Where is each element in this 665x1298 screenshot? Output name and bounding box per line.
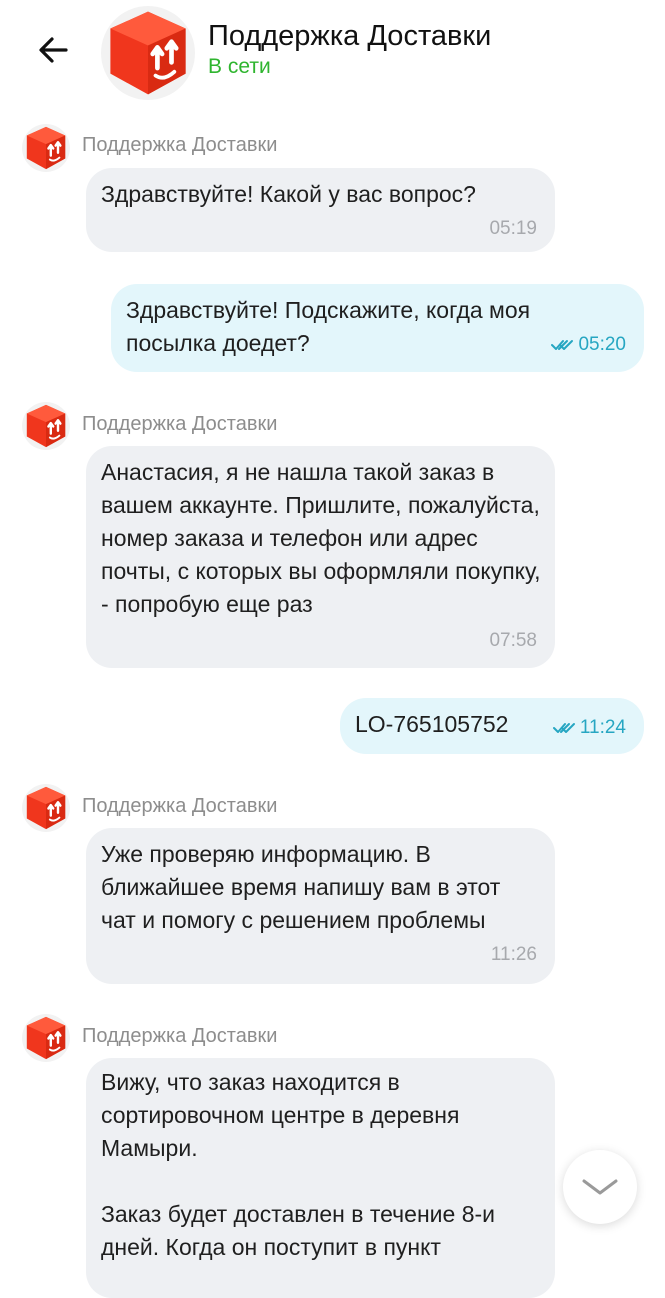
message-time: 05:20 [578,334,626,355]
sender-name: Поддержка Доставки [82,413,278,435]
box-logo-icon [22,124,70,172]
message-bubble-incoming[interactable]: Анастасия, я не нашла такой заказ в ваше… [86,446,555,668]
box-logo-icon [22,784,70,832]
contact-avatar[interactable] [101,6,195,100]
chevron-down-icon [582,1179,618,1195]
message-text: Анастасия, я не нашла такой заказ в ваше… [101,459,541,617]
message-text: LO-765105752 [355,711,509,737]
arrow-left-icon [39,37,68,63]
message-text: Уже проверяю информацию. В ближайшее вре… [101,841,501,933]
message-time: 11:26 [490,944,537,965]
box-logo-icon [101,6,195,100]
message-bubble-outgoing[interactable]: Здравствуйте! Подскажите, когда моя посы… [111,284,644,372]
message-text: Здравствуйте! Какой у вас вопрос? [101,181,476,207]
message-bubble-outgoing[interactable]: LO-765105752 11:24 [340,698,644,754]
sender-name: Поддержка Доставки [82,134,278,156]
scroll-to-bottom-button[interactable] [563,1150,637,1224]
chat-header: Поддержка Доставки В сети [0,0,665,105]
sender-name: Поддержка Доставки [82,1025,278,1047]
message-bubble-incoming[interactable]: Здравствуйте! Какой у вас вопрос? 05:19 [86,168,555,252]
box-logo-icon [22,1014,70,1062]
message-text: Вижу, что заказ находится в сортировочно… [101,1069,495,1260]
sender-name: Поддержка Доставки [82,795,278,817]
online-status: В сети [208,55,271,78]
sender-avatar [22,402,70,450]
message-time: 07:58 [489,630,537,651]
sender-avatar [22,124,70,172]
back-button[interactable] [34,30,74,70]
message-time: 05:19 [489,218,537,239]
box-logo-icon [22,402,70,450]
sender-avatar [22,784,70,832]
message-time: 11:24 [579,717,626,738]
message-text: Здравствуйте! Подскажите, когда моя посы… [126,297,531,356]
message-meta: 05:20 [551,334,626,356]
message-bubble-incoming[interactable]: Вижу, что заказ находится в сортировочно… [86,1058,555,1298]
sender-avatar [22,1014,70,1062]
message-bubble-incoming[interactable]: Уже проверяю информацию. В ближайшее вре… [86,828,555,984]
double-check-icon [553,721,577,735]
contact-name[interactable]: Поддержка Доставки [208,20,491,53]
double-check-icon [551,338,575,352]
message-meta: 11:24 [553,717,626,739]
